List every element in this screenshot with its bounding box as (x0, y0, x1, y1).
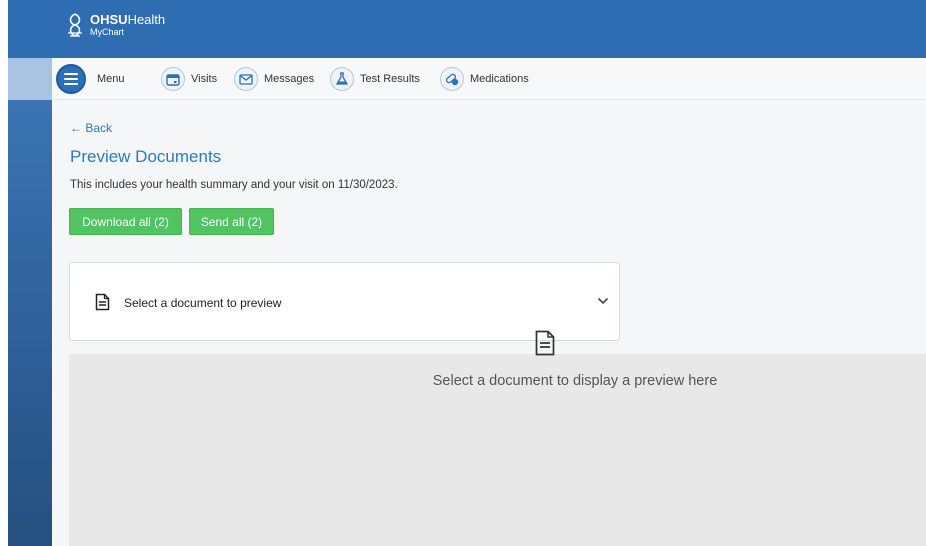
brand-rest: Health (127, 12, 166, 27)
left-rail (8, 100, 52, 546)
hamburger-menu-icon (56, 64, 86, 94)
document-icon (95, 293, 110, 311)
nav-medications[interactable]: Medications (440, 58, 529, 100)
left-margin (0, 0, 8, 546)
brand-sub: MyChart (90, 27, 125, 37)
back-link[interactable]: ← Back (70, 121, 112, 135)
calendar-icon (161, 67, 185, 91)
nav-medications-label: Medications (470, 73, 529, 85)
page-title: Preview Documents (70, 147, 222, 166)
nav-test-results[interactable]: Test Results (330, 58, 420, 100)
document-preview-icon (535, 330, 555, 356)
nav-visits[interactable]: Visits (161, 58, 217, 100)
document-select-label: Select a document to preview (124, 296, 282, 310)
nav-menu-label: Menu (97, 73, 125, 85)
brand-bold: OHSU (90, 12, 128, 27)
chevron-down-icon (597, 297, 609, 305)
send-all-button[interactable]: Send all (2) (189, 208, 274, 235)
nav-test-results-label: Test Results (360, 73, 420, 85)
nav-messages[interactable]: Messages (234, 58, 314, 100)
nav-accent (8, 58, 52, 100)
ohsu-logo-icon (68, 13, 82, 37)
nav-messages-label: Messages (264, 73, 315, 85)
nav-bar: Menu Visits Messages Test Results Medica… (8, 58, 926, 100)
flask-icon (330, 67, 354, 91)
nav-visits-label: Visits (191, 73, 218, 85)
preview-placeholder: Select a document to display a preview h… (432, 373, 718, 389)
pills-icon (440, 67, 464, 91)
nav-menu[interactable]: Menu (56, 58, 125, 100)
envelope-icon (234, 67, 258, 91)
main-content: ← Back Preview Documents This includes y… (52, 100, 926, 546)
ohsu-mychart-logo[interactable]: OHSUHealth MyChart (64, 11, 165, 39)
download-all-button[interactable]: Download all (2) (69, 208, 182, 235)
page-subtitle: This includes your health summary and yo… (70, 179, 398, 191)
